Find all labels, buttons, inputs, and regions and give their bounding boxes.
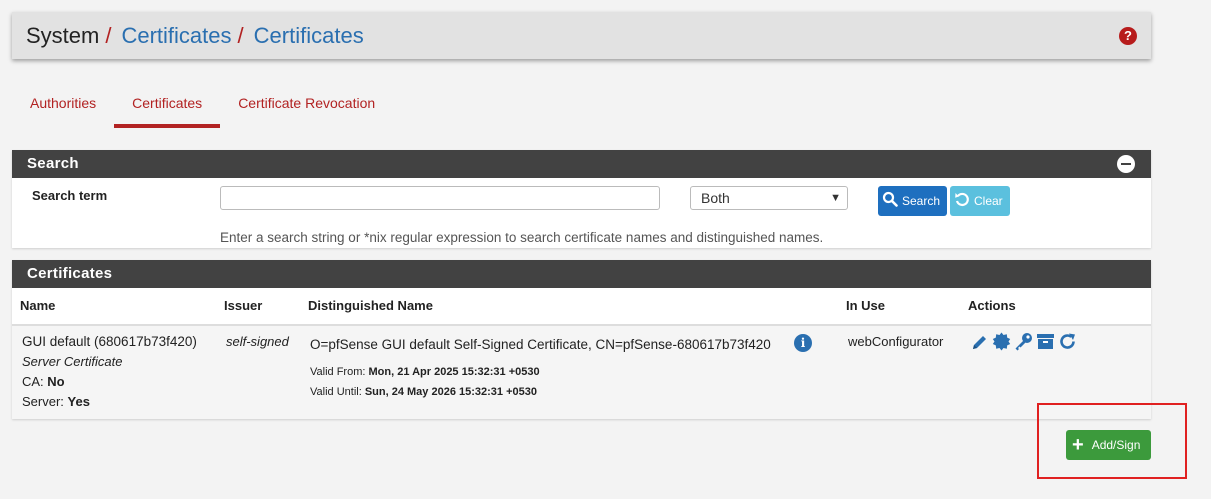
tab-authorities[interactable]: Authorities (12, 80, 114, 128)
search-panel: Search Search term Both ▼ Search Clear E… (12, 150, 1151, 248)
breadcrumb-certificates-page[interactable]: Certificates (254, 23, 364, 49)
cert-actions (970, 332, 1077, 351)
column-header-actions: Actions (968, 298, 1016, 313)
cert-server-value: Yes (67, 394, 90, 409)
cert-valid-from-value: Mon, 21 Apr 2025 15:32:31 +0530 (368, 366, 540, 378)
highlight-box (1037, 403, 1187, 479)
cert-ca-label: CA: (22, 374, 44, 389)
cert-ca-value: No (47, 374, 65, 389)
cert-valid-until-label: Valid Until: (310, 386, 362, 398)
cert-issuer: self-signed (226, 334, 289, 349)
tab-certificate-revocation[interactable]: Certificate Revocation (220, 80, 393, 128)
pencil-icon[interactable] (970, 332, 989, 351)
undo-icon (954, 191, 970, 211)
cert-name: GUI default (680617b73f420) (22, 334, 197, 349)
info-icon[interactable]: i (794, 334, 812, 352)
refresh-icon[interactable] (1058, 332, 1077, 351)
clear-button-label: Clear (974, 194, 1003, 208)
breadcrumb: System / Certificates / Certificates (26, 23, 364, 49)
cert-server: Server: Yes (22, 394, 90, 409)
search-button-label: Search (902, 194, 941, 208)
cert-type: Server Certificate (22, 354, 123, 369)
certificate-seal-icon[interactable] (992, 332, 1011, 351)
cert-valid-from: Valid From: Mon, 21 Apr 2025 15:32:31 +0… (310, 366, 540, 378)
search-scope-select[interactable]: Both ▼ (690, 186, 848, 210)
cert-valid-until: Valid Until: Sun, 24 May 2026 15:32:31 +… (310, 386, 537, 398)
cert-in-use: webConfigurator (848, 334, 944, 349)
cert-distinguished-name: O=pfSense GUI default Self-Signed Certif… (310, 337, 771, 352)
minus-circle-icon[interactable] (1117, 155, 1135, 173)
breadcrumb-separator: / (105, 22, 112, 48)
column-header-in-use: In Use (846, 298, 886, 313)
breadcrumb-separator: / (237, 22, 244, 48)
search-panel-header: Search (12, 150, 1151, 178)
column-header-issuer: Issuer (224, 298, 263, 313)
cert-valid-until-value: Sun, 24 May 2026 15:32:31 +0530 (364, 386, 537, 398)
certificates-panel-header: Certificates (12, 260, 1151, 288)
certificates-panel: Certificates Name Issuer Distinguished N… (12, 260, 1151, 419)
key-icon[interactable] (1014, 332, 1033, 351)
search-icon (882, 191, 898, 211)
column-header-distinguished-name: Distinguished Name (308, 298, 433, 313)
tab-bar: Authorities Certificates Certificate Rev… (12, 80, 393, 128)
archive-icon[interactable] (1036, 332, 1055, 351)
cert-server-label: Server: (22, 394, 64, 409)
page-header: System / Certificates / Certificates ? (12, 12, 1151, 59)
chevron-down-icon: ▼ (830, 192, 841, 204)
search-button[interactable]: Search (878, 186, 947, 216)
question-circle-icon[interactable]: ? (1119, 27, 1137, 45)
column-header-name: Name (20, 298, 56, 313)
cert-ca: CA: No (22, 374, 65, 389)
clear-button[interactable]: Clear (950, 186, 1010, 216)
search-input[interactable] (220, 186, 660, 210)
breadcrumb-system: System (26, 22, 100, 48)
cert-valid-from-label: Valid From: (310, 366, 366, 378)
search-help-text: Enter a search string or *nix regular ex… (220, 230, 824, 245)
certificates-panel-title: Certificates (27, 265, 113, 282)
tab-certificates[interactable]: Certificates (114, 80, 221, 128)
breadcrumb-certificates-section[interactable]: Certificates (121, 23, 231, 49)
search-panel-title: Search (27, 155, 79, 172)
search-scope-value: Both (701, 190, 730, 206)
search-term-label: Search term (32, 188, 108, 203)
